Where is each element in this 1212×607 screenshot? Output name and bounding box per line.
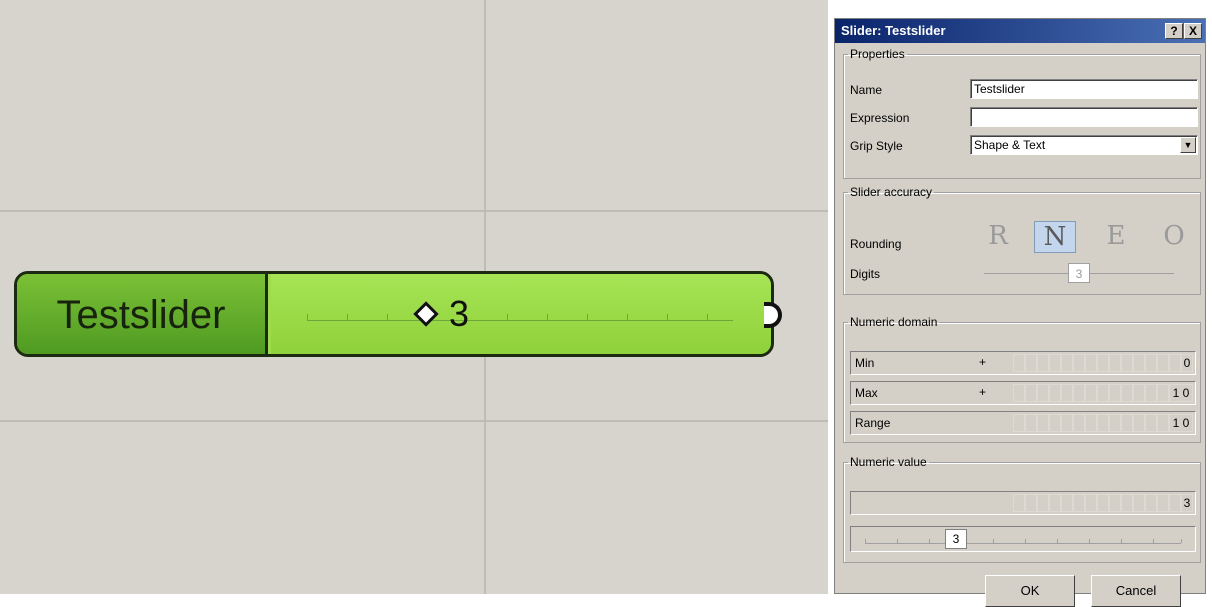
slider-grip[interactable]: 3 <box>413 293 470 334</box>
value-digits[interactable]: 3 <box>1013 494 1193 512</box>
diamond-grip-icon <box>413 301 439 327</box>
rounding-n-button[interactable]: N <box>1034 221 1076 253</box>
slider-value: 3 <box>449 293 470 334</box>
dialog-title: Slider: Testslider <box>841 23 946 38</box>
max-digits[interactable]: 1 0 <box>1013 384 1193 402</box>
slider-dialog: Slider: Testslider ? X Properties Name T… <box>834 18 1206 607</box>
max-value: 1 0 <box>1169 384 1193 402</box>
numeric-value: 3 <box>1181 494 1193 512</box>
rounding-o-button[interactable]: O <box>1154 221 1194 251</box>
ok-button[interactable]: OK <box>985 575 1075 607</box>
min-value: 0 <box>1181 354 1193 372</box>
digits-slider-handle[interactable]: 3 <box>1068 263 1090 283</box>
name-label: Name <box>850 83 883 97</box>
slider-ticks <box>307 298 733 321</box>
range-row[interactable]: Range 1 0 <box>850 411 1196 435</box>
max-sign: + <box>979 385 987 399</box>
grid-line <box>0 420 828 422</box>
range-digits[interactable]: 1 0 <box>1013 414 1193 432</box>
min-row[interactable]: Min + 0 <box>850 351 1196 375</box>
accuracy-group: Slider accuracy Rounding R N E O Digits … <box>843 185 1201 295</box>
max-label: Max <box>855 386 878 400</box>
value-slider-ticks <box>865 537 1182 544</box>
value-slider[interactable]: 3 <box>850 526 1196 552</box>
expression-label: Expression <box>850 111 910 125</box>
rounding-r-button[interactable]: R <box>978 221 1018 251</box>
value-slider-handle[interactable]: 3 <box>945 529 967 549</box>
range-value: 1 0 <box>1169 414 1193 432</box>
min-label: Min <box>855 356 875 370</box>
grid-line <box>0 210 828 212</box>
output-port[interactable] <box>764 302 782 328</box>
digits-label: Digits <box>850 267 881 281</box>
dialog-titlebar[interactable]: Slider: Testslider ? X <box>835 19 1205 43</box>
close-button[interactable]: X <box>1184 23 1202 39</box>
name-field[interactable]: Testslider <box>970 79 1198 99</box>
cancel-button[interactable]: Cancel <box>1091 575 1181 607</box>
value-row[interactable]: 3 <box>850 491 1196 515</box>
grasshopper-canvas[interactable]: Testslider 3 <box>0 0 828 594</box>
min-digits[interactable]: 0 <box>1013 354 1193 372</box>
grip-style-value: Shape & Text <box>974 138 1046 152</box>
grip-style-select[interactable]: Shape & Text ▼ <box>970 135 1198 155</box>
slider-name-label[interactable]: Testslider <box>17 274 268 354</box>
expression-field[interactable] <box>970 107 1198 127</box>
slider-track[interactable]: 3 <box>271 274 771 354</box>
rounding-e-button[interactable]: E <box>1096 221 1136 251</box>
min-sign: + <box>979 355 987 369</box>
range-label: Range <box>855 416 891 430</box>
domain-group: Numeric domain Min + 0 Max + 1 0 Range 1… <box>843 315 1201 443</box>
chevron-down-icon[interactable]: ▼ <box>1180 137 1196 153</box>
properties-legend: Properties <box>850 47 905 61</box>
numeric-value-legend: Numeric value <box>850 455 927 469</box>
max-row[interactable]: Max + 1 0 <box>850 381 1196 405</box>
slider-dialog-area: Slider: Testslider ? X Properties Name T… <box>828 0 1212 607</box>
grip-style-label: Grip Style <box>850 139 903 153</box>
properties-group: Properties Name Testslider Expression Gr… <box>843 47 1201 179</box>
domain-legend: Numeric domain <box>850 315 938 329</box>
accuracy-legend: Slider accuracy <box>850 185 933 199</box>
slider-component[interactable]: Testslider 3 <box>14 271 774 357</box>
rounding-label: Rounding <box>850 237 902 251</box>
numeric-value-group: Numeric value 3 3 <box>843 455 1201 563</box>
help-button[interactable]: ? <box>1165 23 1183 39</box>
